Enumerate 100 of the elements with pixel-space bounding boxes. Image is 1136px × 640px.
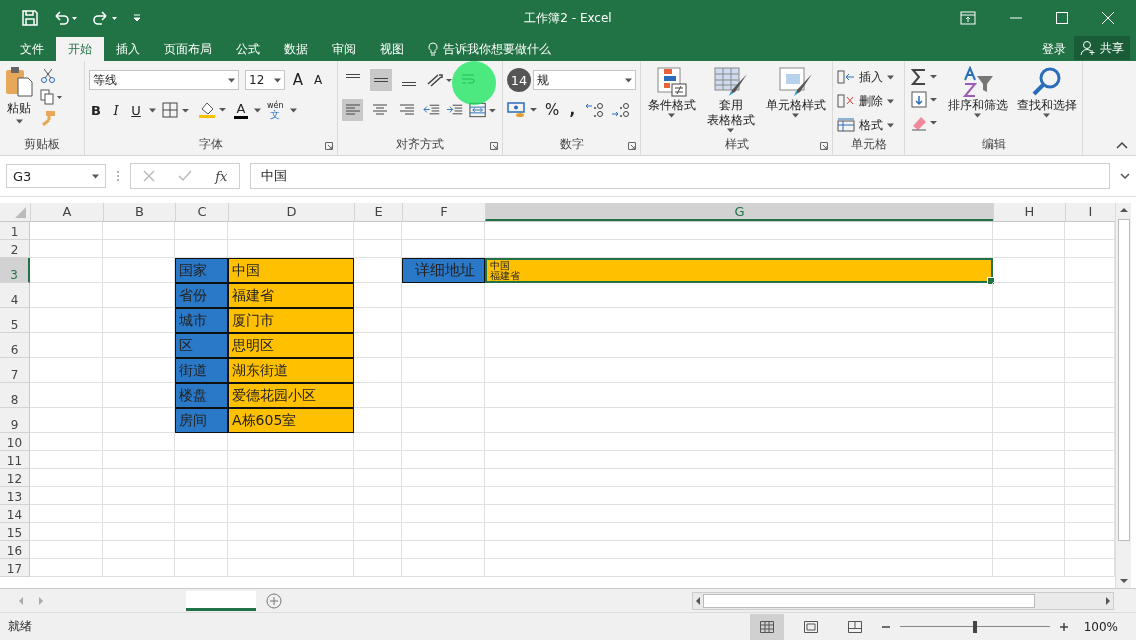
empty-cell[interactable]	[485, 222, 993, 240]
empty-cell[interactable]	[993, 308, 1065, 333]
ribbon-tab[interactable]: 页面布局	[152, 37, 224, 61]
empty-cell[interactable]	[402, 523, 485, 541]
fill-color-icon[interactable]	[198, 101, 228, 119]
table-cell[interactable]: 区	[175, 333, 228, 358]
table-cell[interactable]: 思明区	[228, 333, 354, 358]
empty-cell[interactable]	[485, 523, 993, 541]
row-header[interactable]: 17	[0, 559, 30, 577]
caret-icon[interactable]	[974, 113, 981, 118]
empty-cell[interactable]	[103, 487, 175, 505]
empty-cell[interactable]	[993, 433, 1065, 451]
ribbon-tab[interactable]: 审阅	[320, 37, 368, 61]
column-header[interactable]: H	[993, 203, 1065, 221]
copy-icon[interactable]	[40, 89, 64, 105]
empty-cell[interactable]	[402, 222, 485, 240]
phonetic-guide-button[interactable]: wén 文	[267, 101, 284, 119]
empty-cell[interactable]	[103, 433, 175, 451]
empty-cell[interactable]	[402, 559, 485, 577]
column-header[interactable]: C	[175, 203, 228, 221]
column-header[interactable]: B	[103, 203, 175, 221]
close-icon[interactable]	[1102, 12, 1114, 24]
caret-icon[interactable]	[289, 107, 297, 113]
paste-button[interactable]: 粘贴	[4, 66, 34, 137]
font-size-dropdown[interactable]: 12	[245, 70, 285, 90]
sheet-tab[interactable]	[186, 590, 256, 611]
comma-style-button[interactable]: ,	[565, 101, 580, 119]
name-box[interactable]: G3	[6, 164, 106, 188]
decrease-font-size-button[interactable]: A	[311, 73, 325, 87]
row-header[interactable]: 4	[0, 283, 30, 308]
empty-cell[interactable]	[354, 222, 402, 240]
table-cell[interactable]: 详细地址	[402, 258, 485, 283]
empty-cell[interactable]	[103, 505, 175, 523]
ribbon-tab[interactable]: 文件	[8, 37, 56, 61]
empty-cell[interactable]	[402, 358, 485, 383]
empty-cell[interactable]	[228, 433, 354, 451]
empty-cell[interactable]	[228, 541, 354, 559]
vertical-align-button[interactable]	[370, 69, 392, 91]
caret-icon[interactable]	[254, 107, 261, 113]
number-format-dropdown[interactable]: 规	[533, 70, 636, 90]
table-cell[interactable]: 城市	[175, 308, 228, 333]
empty-cell[interactable]	[175, 433, 228, 451]
empty-cell[interactable]	[402, 283, 485, 308]
empty-cell[interactable]	[485, 308, 993, 333]
empty-cell[interactable]	[485, 469, 993, 487]
empty-cell[interactable]	[175, 559, 228, 577]
row-header[interactable]: 16	[0, 541, 30, 559]
percent-style-button[interactable]: %	[545, 101, 560, 119]
sign-in-link[interactable]: 登录	[1034, 37, 1074, 61]
table-cell[interactable]: 房间	[175, 408, 228, 433]
empty-cell[interactable]	[402, 469, 485, 487]
sigma-icon[interactable]	[910, 68, 939, 86]
caret-icon[interactable]	[625, 77, 632, 83]
empty-cell[interactable]	[103, 451, 175, 469]
arrow-right-icon[interactable]	[1103, 595, 1113, 606]
find-select-button[interactable]: 查找和选择	[1016, 66, 1077, 137]
empty-cell[interactable]	[485, 541, 993, 559]
empty-cell[interactable]	[175, 451, 228, 469]
style-button[interactable]: 套用 表格格式	[706, 66, 755, 137]
dialog-launcher-icon[interactable]	[820, 142, 828, 150]
column-header[interactable]: G	[485, 203, 993, 221]
empty-cell[interactable]	[993, 541, 1065, 559]
table-cell[interactable]: 中国 福建省	[485, 258, 993, 283]
confirm-icon[interactable]	[177, 170, 192, 182]
row-header[interactable]: 8	[0, 383, 30, 408]
empty-cell[interactable]	[993, 523, 1065, 541]
row-header[interactable]: 3	[0, 258, 30, 283]
caret-icon[interactable]	[228, 77, 235, 83]
caret-icon[interactable]	[792, 113, 799, 118]
style-button[interactable]: 条件格式	[647, 66, 696, 137]
empty-cell[interactable]	[993, 333, 1065, 358]
empty-cell[interactable]	[993, 408, 1065, 433]
empty-cell[interactable]	[103, 559, 175, 577]
row-header[interactable]: 6	[0, 333, 30, 358]
empty-cell[interactable]	[402, 487, 485, 505]
empty-cell[interactable]	[485, 358, 993, 383]
table-cell[interactable]: A栋605室	[228, 408, 354, 433]
table-cell[interactable]: 楼盘	[175, 383, 228, 408]
empty-cell[interactable]	[402, 433, 485, 451]
caret-icon[interactable]	[92, 173, 99, 179]
empty-cell[interactable]	[228, 451, 354, 469]
row-header[interactable]: 2	[0, 240, 30, 258]
column-header[interactable]: E	[354, 203, 402, 221]
ribbon-tab[interactable]: 视图	[368, 37, 416, 61]
formula-input[interactable]: 中国	[250, 163, 1110, 189]
style-button[interactable]: 单元格样式	[765, 66, 826, 137]
share-button[interactable]: 共享	[1074, 36, 1130, 60]
empty-cell[interactable]	[354, 240, 402, 258]
empty-cell[interactable]	[485, 505, 993, 523]
empty-cell[interactable]	[485, 487, 993, 505]
caret-icon[interactable]	[727, 128, 734, 133]
save-icon[interactable]	[22, 10, 38, 26]
table-cell[interactable]: 厦门市	[228, 308, 354, 333]
cells-command-button[interactable]: 格式	[837, 114, 900, 136]
caret-icon[interactable]	[887, 122, 894, 128]
scrollbar-thumb[interactable]	[1117, 219, 1130, 541]
italic-button[interactable]: I	[109, 102, 123, 118]
customize-icon[interactable]	[132, 12, 142, 24]
decrease-decimal-icon[interactable]	[611, 101, 632, 119]
dialog-launcher-icon[interactable]	[490, 142, 498, 150]
